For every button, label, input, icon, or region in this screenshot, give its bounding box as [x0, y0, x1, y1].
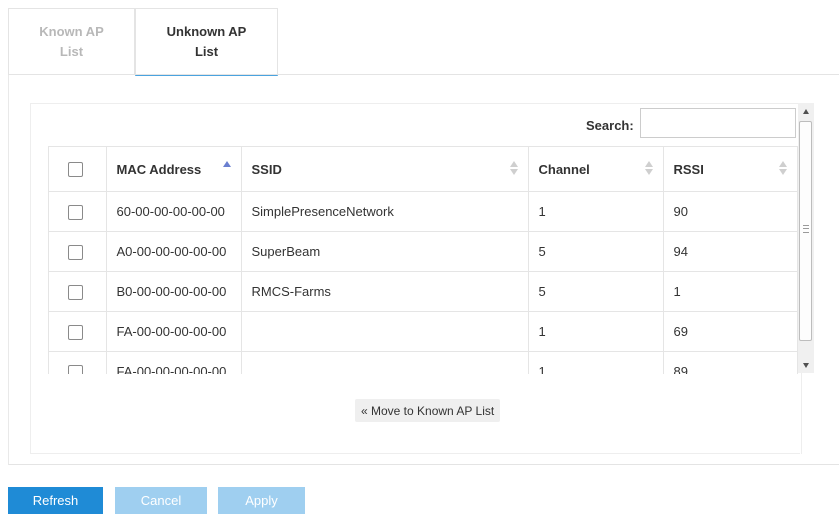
- sort-icon: [779, 159, 787, 179]
- column-header-label: RSSI: [673, 161, 704, 177]
- ap-table-wrapper: MAC Address SSID Channel RSSI 60-00-00-0…: [48, 146, 798, 374]
- column-header-label: SSID: [251, 161, 282, 177]
- row-select-cell: [49, 271, 107, 312]
- channel-cell: 1: [527, 351, 664, 374]
- row-checkbox[interactable]: [68, 324, 83, 340]
- row-checkbox[interactable]: [68, 204, 83, 220]
- mac-address-cell: B0-00-00-00-00-00: [105, 271, 242, 312]
- table-row[interactable]: 60-00-00-00-00-00 SimplePresenceNetwork …: [49, 191, 797, 232]
- container-divider: [30, 453, 800, 454]
- search-label: Search:: [586, 118, 634, 133]
- column-header-mac-address[interactable]: MAC Address: [105, 147, 242, 192]
- row-checkbox[interactable]: [68, 244, 83, 260]
- table-row[interactable]: A0-00-00-00-00-00 SuperBeam 5 94: [49, 231, 797, 272]
- channel-cell: 5: [527, 231, 664, 272]
- ssid-cell: SimplePresenceNetwork: [240, 191, 529, 232]
- search-input[interactable]: [640, 108, 796, 138]
- column-header-channel[interactable]: Channel: [527, 147, 664, 192]
- row-checkbox[interactable]: [68, 364, 83, 374]
- scrollbar-grip-icon: [803, 225, 809, 233]
- select-all-checkbox[interactable]: [68, 162, 83, 178]
- channel-cell: 1: [527, 311, 664, 352]
- unknown-ap-table: MAC Address SSID Channel RSSI 60-00-00-0…: [49, 147, 797, 374]
- mac-address-cell: A0-00-00-00-00-00: [105, 231, 242, 272]
- rssi-cell: 69: [662, 311, 797, 352]
- row-select-cell: [49, 351, 107, 374]
- sort-icon: [509, 159, 518, 179]
- table-row[interactable]: FA-00-00-00-00-00 1 69: [49, 311, 797, 352]
- mac-address-cell: FA-00-00-00-00-00: [105, 351, 242, 374]
- scrollbar-thumb[interactable]: [799, 121, 812, 341]
- row-select-cell: [49, 311, 107, 352]
- tab-unknown-ap-list-label: Unknown AP List: [166, 23, 247, 59]
- row-select-cell: [49, 231, 107, 272]
- ssid-cell: [240, 351, 529, 374]
- rssi-cell: 89: [662, 351, 797, 374]
- scroll-up-arrow-icon[interactable]: [798, 103, 814, 119]
- select-all-header: [49, 147, 107, 192]
- tab-unknown-ap-list[interactable]: Unknown AP List: [135, 8, 278, 76]
- row-checkbox[interactable]: [68, 284, 83, 300]
- rssi-cell: 90: [662, 191, 797, 232]
- ssid-cell: [240, 311, 529, 352]
- table-header-row: MAC Address SSID Channel RSSI: [49, 147, 797, 192]
- column-header-label: MAC Address: [116, 161, 202, 177]
- cancel-button[interactable]: Cancel: [115, 487, 207, 514]
- refresh-button[interactable]: Refresh: [8, 487, 103, 514]
- scroll-down-arrow-icon[interactable]: [798, 357, 814, 373]
- table-row[interactable]: FA-00-00-00-00-00 1 89: [49, 351, 797, 374]
- column-header-rssi[interactable]: RSSI: [662, 147, 797, 192]
- ssid-cell: RMCS-Farms: [240, 271, 529, 312]
- rssi-cell: 94: [662, 231, 797, 272]
- sort-icon: [644, 159, 653, 179]
- tab-bar: Known AP List Unknown AP List: [0, 0, 839, 76]
- rssi-cell: 1: [662, 271, 797, 312]
- sort-ascending-icon: [222, 159, 231, 179]
- move-to-known-ap-list-button[interactable]: « Move to Known AP List: [355, 399, 501, 422]
- table-scrollbar[interactable]: [798, 103, 814, 373]
- tab-known-ap-list-label: Known AP List: [39, 24, 104, 59]
- apply-button[interactable]: Apply: [218, 487, 305, 514]
- mac-address-cell: 60-00-00-00-00-00: [105, 191, 242, 232]
- table-row[interactable]: B0-00-00-00-00-00 RMCS-Farms 5 1: [49, 271, 797, 312]
- column-header-ssid[interactable]: SSID: [240, 147, 529, 192]
- column-header-label: Channel: [538, 161, 590, 177]
- row-select-cell: [49, 191, 107, 232]
- mac-address-cell: FA-00-00-00-00-00: [105, 311, 242, 352]
- channel-cell: 1: [527, 191, 664, 232]
- ssid-cell: SuperBeam: [240, 231, 529, 272]
- tab-known-ap-list[interactable]: Known AP List: [8, 8, 135, 75]
- channel-cell: 5: [527, 271, 664, 312]
